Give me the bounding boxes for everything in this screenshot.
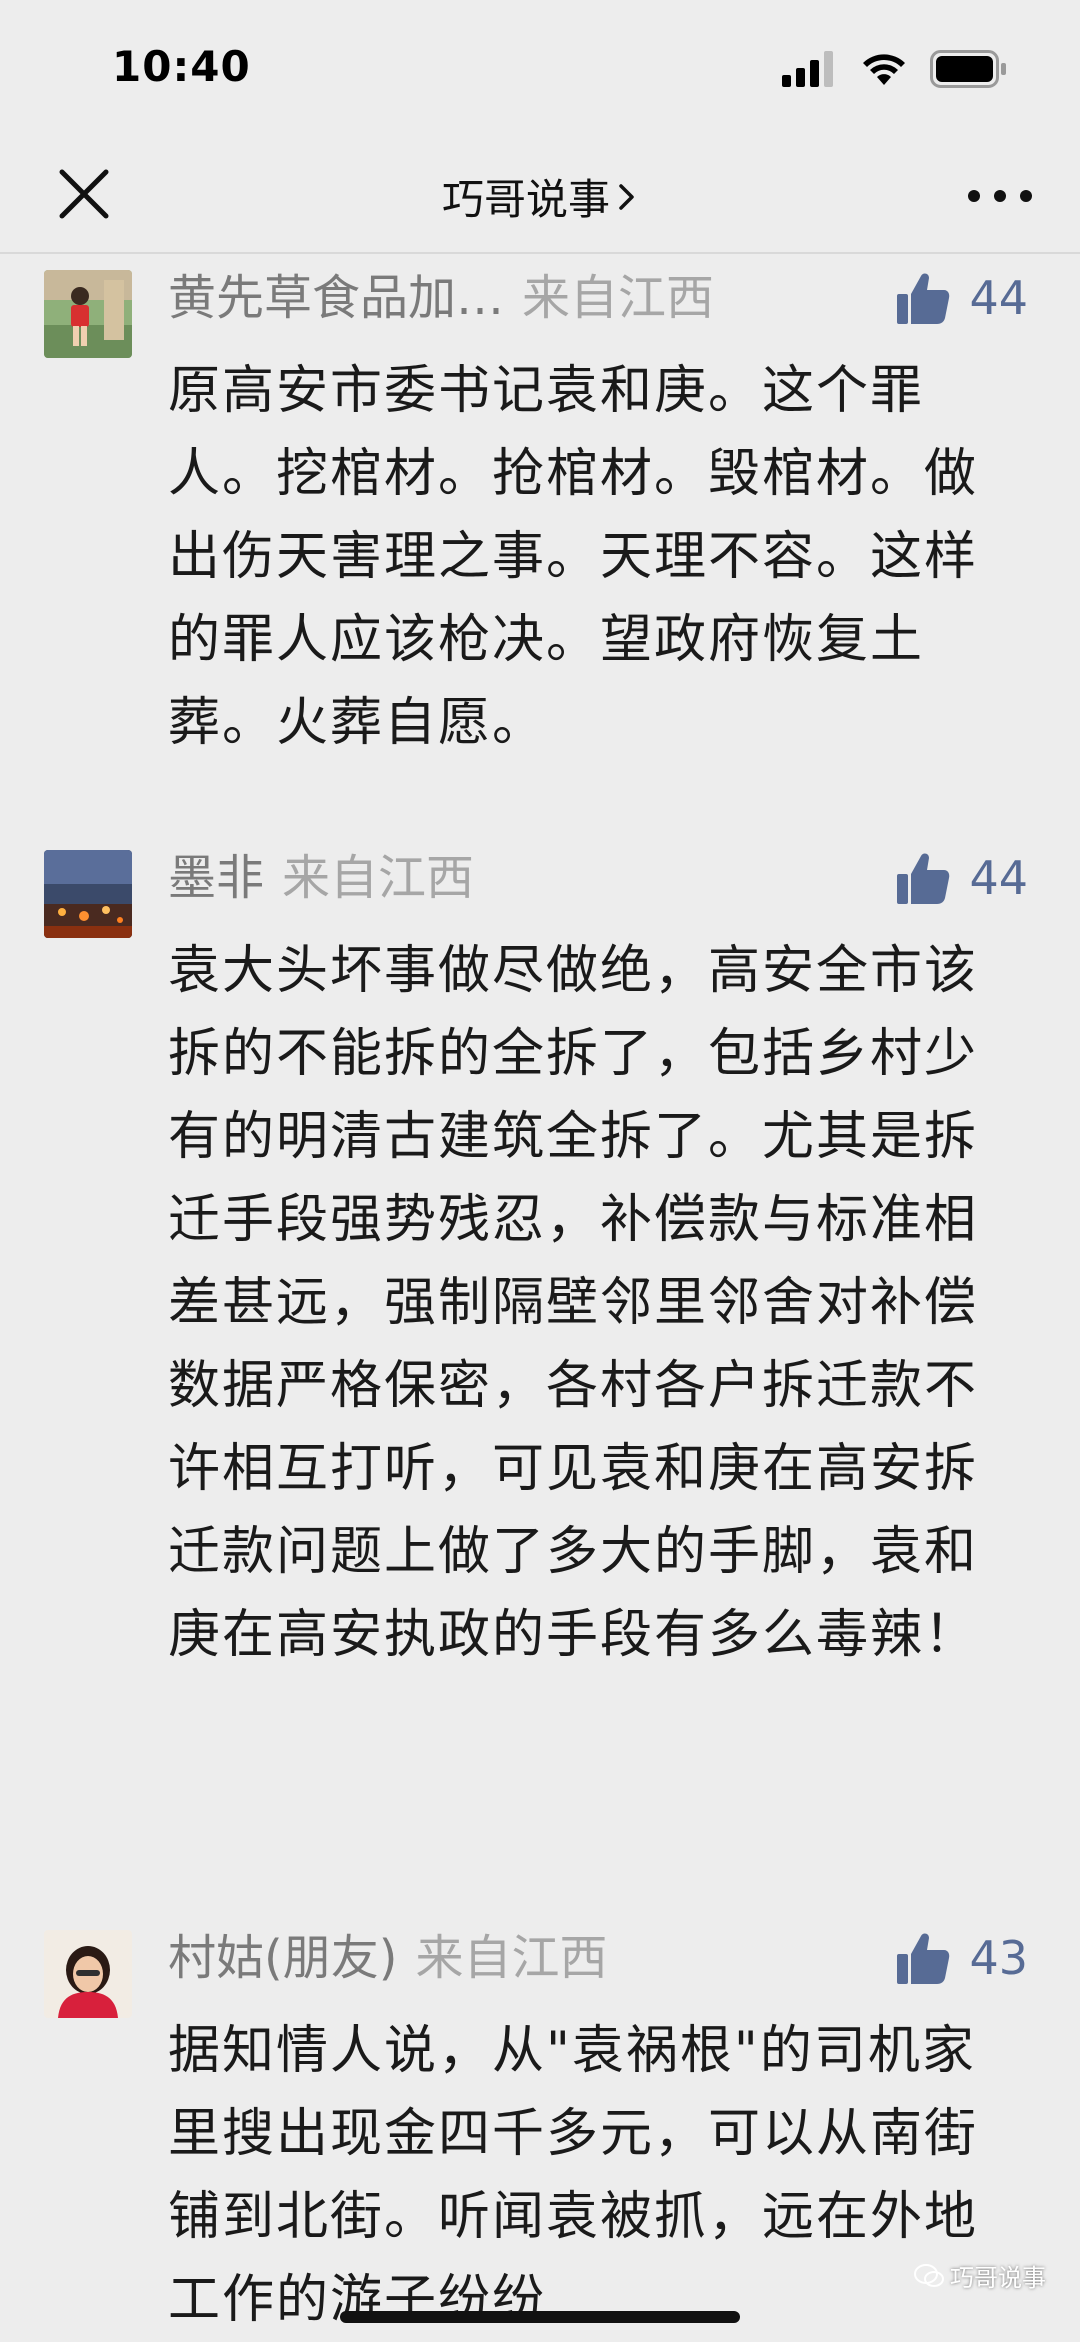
like-button[interactable]: 43 [895,1928,1028,1988]
avatar[interactable] [44,850,132,938]
avatar[interactable] [44,1930,132,2018]
watermark: 巧哥说事 [914,2258,1046,2293]
more-icon[interactable] [964,178,1036,214]
comment-header: 墨非 来自江西 [168,848,474,908]
cellular-signal-icon [782,51,833,87]
like-button[interactable]: 44 [895,848,1028,908]
nav-title-link[interactable]: 巧哥说事 [0,166,1080,227]
like-button[interactable]: 44 [895,268,1028,328]
comment-author[interactable]: 村姑(朋友) [168,1930,397,1986]
thumbs-up-icon [897,853,950,904]
home-indicator[interactable] [340,2311,740,2323]
status-icons [782,50,1008,88]
comment-author[interactable]: 黄先草食品加… [168,270,504,326]
status-bar: 10:40 [0,0,1080,140]
comment-text: 原高安市委书记袁和庚。这个罪人。挖棺材。抢棺材。毁棺材。做出伤天害理之事。天理不… [168,361,979,753]
wechat-logo-icon [914,2263,944,2287]
comment-header: 村姑(朋友) 来自江西 [168,1928,607,1988]
chevron-right-icon [619,183,634,210]
thumbs-up-icon [897,273,950,324]
like-count: 43 [969,1931,1028,1985]
comment-text: 据知情人说，从"袁祸根"的司机家里搜出现金四千多元，可以从南街铺到北街。听闻袁被… [168,2021,979,2330]
comment-location: 来自江西 [415,1930,608,1986]
comment-location: 来自江西 [522,270,715,326]
nav-bar: 巧哥说事 [0,140,1080,254]
comment-author[interactable]: 墨非 [168,850,264,906]
watermark-text: 巧哥说事 [950,2264,1046,2292]
thumbs-up-icon [897,1933,950,1984]
comment-header: 黄先草食品加… 来自江西 [168,268,714,328]
battery-icon [930,50,1006,88]
nav-title: 巧哥说事 [441,175,610,224]
wifi-icon [863,54,905,85]
status-time: 10:40 [112,42,251,91]
avatar[interactable] [44,270,132,358]
comment-location: 来自江西 [282,850,475,906]
comment-text: 袁大头坏事做尽做绝，高安全市该拆的不能拆的全拆了，包括乡村少有的明清古建筑全拆了… [168,941,979,1665]
like-count: 44 [969,851,1028,905]
like-count: 44 [969,271,1028,325]
